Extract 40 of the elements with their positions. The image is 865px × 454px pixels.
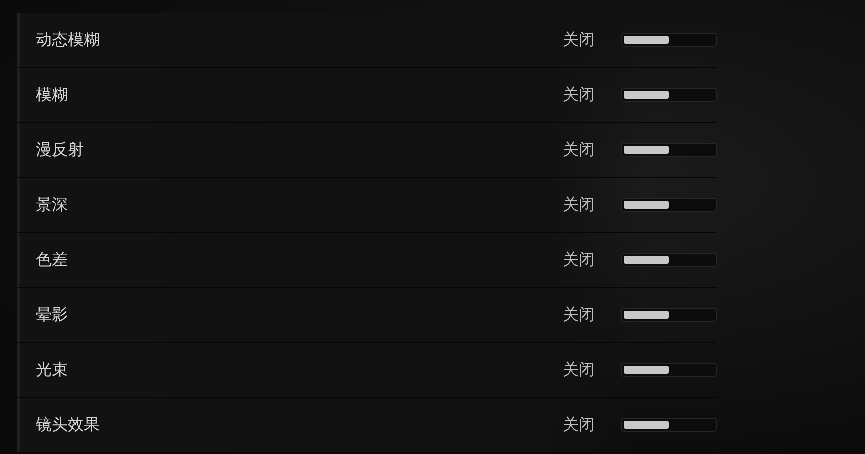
setting-value: 关闭 [563,360,595,380]
setting-value: 关闭 [563,30,595,50]
slider-fill[interactable] [624,146,669,154]
setting-label: 镜头效果 [36,414,101,436]
slider-fill[interactable] [624,421,669,429]
setting-label: 模糊 [36,84,69,106]
slider-track[interactable] [621,308,717,322]
setting-value: 关闭 [563,194,595,216]
setting-row[interactable]: 模糊 关闭 [17,68,717,123]
setting-row[interactable]: 色差 关闭 [17,233,717,288]
slider-track[interactable] [621,253,717,267]
slider-fill[interactable] [624,201,669,209]
setting-value: 关闭 [563,414,595,436]
slider-fill[interactable] [624,311,669,319]
slider-fill[interactable] [624,36,669,44]
setting-value: 关闭 [563,250,595,270]
setting-row[interactable]: 镜头效果 关闭 [17,398,717,453]
setting-value: 关闭 [563,84,595,106]
slider-fill[interactable] [624,256,669,264]
setting-row[interactable]: 光束 关闭 [17,343,717,398]
slider-track[interactable] [621,88,717,102]
slider-fill[interactable] [624,91,669,99]
slider-track[interactable] [621,418,717,432]
setting-label: 景深 [36,194,69,216]
slider-track[interactable] [621,143,717,157]
setting-row[interactable]: 景深 关闭 [17,178,717,233]
setting-label: 色差 [36,250,69,270]
setting-label: 动态模糊 [36,30,101,50]
setting-value: 关闭 [563,304,595,326]
setting-label: 漫反射 [36,140,85,160]
setting-label: 光束 [36,360,69,380]
slider-track[interactable] [621,33,717,47]
setting-row[interactable]: 动态模糊 关闭 [17,13,717,68]
setting-row[interactable]: 晕影 关闭 [17,288,717,343]
slider-track[interactable] [621,363,717,377]
setting-label: 晕影 [36,304,69,326]
slider-track[interactable] [621,198,717,212]
setting-row[interactable]: 漫反射 关闭 [17,123,717,178]
slider-fill[interactable] [624,366,669,374]
setting-value: 关闭 [563,140,595,160]
